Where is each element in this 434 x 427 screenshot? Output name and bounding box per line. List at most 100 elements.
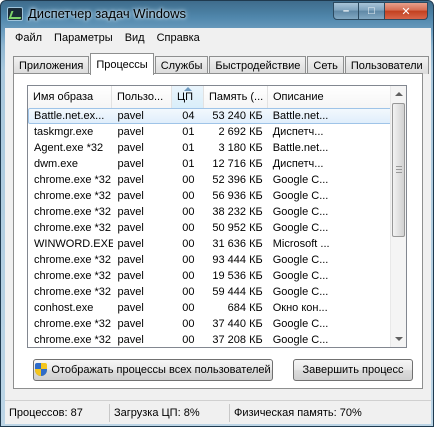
minimize-button[interactable]: – [333,2,359,20]
cell-cpu: 00 [182,334,195,346]
menu-help[interactable]: Справка [151,32,206,44]
cell-cpu: 00 [182,270,195,282]
column-cpu[interactable]: ЦП [172,86,204,108]
scroll-up-button[interactable] [391,86,406,102]
menu-view[interactable]: Вид [119,32,151,44]
close-button[interactable]: ✕ [385,2,428,20]
cell-cpu: 01 [182,158,195,170]
cell-description: Microsoft ... [272,238,330,250]
cell-description: Google C... [272,206,329,218]
show-all-processes-button[interactable]: Отображать процессы всех пользователей [33,359,273,381]
client-area: Приложения Процессы Службы Быстродействи… [5,48,431,400]
arrow-down-icon [394,337,403,341]
cell-user: pavel [117,302,144,314]
table-row[interactable]: WINWORD.EXE pavel 00 31 636 КБ Microsoft ... [28,236,392,252]
grip-icon [396,166,402,173]
table-row[interactable]: Battle.net.ex... pavel 04 53 240 КБ Battle.n… [28,108,392,124]
column-image-name[interactable]: Имя образа [28,86,112,108]
cell-image-name: chrome.exe *32 [34,254,112,266]
column-memory[interactable]: Память (... [204,86,268,108]
cell-cpu: 00 [182,238,195,250]
tab-services[interactable]: Службы [154,56,209,74]
menu-file[interactable]: Файл [9,32,48,44]
cell-memory: 37 208 КБ [212,334,263,346]
end-process-button[interactable]: Завершить процесс [293,359,413,381]
cell-cpu: 00 [182,222,195,234]
cell-image-name: Agent.exe *32 [34,142,104,154]
uac-shield-icon [35,363,48,377]
cell-cpu: 01 [182,126,195,138]
cell-memory: 50 952 КБ [212,222,263,234]
scroll-thumb[interactable] [392,103,405,237]
column-cpu-label: ЦП [177,91,194,103]
table-row[interactable]: chrome.exe *32 pavel 00 56 936 КБ Google C..… [28,188,392,204]
cell-cpu: 00 [182,254,195,266]
minimize-icon: – [342,5,350,17]
tab-processes[interactable]: Процессы [90,53,154,75]
process-list-header: Имя образа Пользо... ЦП Память (... Опис… [28,86,392,108]
arrow-up-icon [394,92,403,96]
cell-description: Диспетч... [272,126,324,138]
table-row[interactable]: chrome.exe *32 pavel 00 52 396 КБ Google C..… [28,172,392,188]
tab-networking[interactable]: Сеть [307,56,344,74]
cell-image-name: chrome.exe *32 [34,270,112,282]
table-row[interactable]: chrome.exe *32 pavel 00 37 440 КБ Google C..… [28,316,392,332]
cell-user: pavel [117,254,144,266]
show-all-processes-label: Отображать процессы всех пользователей [51,364,271,376]
column-description[interactable]: Описание [268,86,392,108]
cell-cpu: 01 [182,142,195,154]
cell-memory: 3 180 КБ [218,142,263,154]
cell-description: Google C... [272,270,329,282]
process-list[interactable]: Имя образа Пользо... ЦП Память (... Опис… [27,85,407,348]
table-row[interactable]: conhost.exe pavel 00 684 КБ Окно кон... [28,300,392,316]
cell-image-name: chrome.exe *32 [34,190,112,202]
cell-memory: 53 240 КБ [212,110,263,122]
cell-user: pavel [117,174,144,186]
tab-strip: Приложения Процессы Службы Быстродействи… [13,52,430,75]
cell-description: Battle.net... [272,142,329,154]
table-row[interactable]: chrome.exe *32 pavel 00 93 444 КБ Google C..… [28,252,392,268]
maximize-button[interactable]: □ [359,2,385,20]
cell-user: pavel [117,286,144,298]
tab-performance[interactable]: Быстродействие [209,56,307,74]
cell-image-name: chrome.exe *32 [34,318,112,330]
cell-description: Google C... [272,318,329,330]
table-row[interactable]: chrome.exe *32 pavel 00 59 444 КБ Google C..… [28,284,392,300]
table-row[interactable]: chrome.exe *32 pavel 00 19 536 КБ Google C..… [28,268,392,284]
cell-user: pavel [117,238,144,250]
cell-image-name: chrome.exe *32 [34,222,112,234]
status-memory: Физическая память: 70% [234,406,362,419]
menu-options[interactable]: Параметры [48,32,119,44]
cell-cpu: 00 [182,318,195,330]
table-row[interactable]: chrome.exe *32 pavel 00 38 232 КБ Google C..… [28,204,392,220]
table-row[interactable]: chrome.exe *32 pavel 00 50 952 КБ Google C..… [28,220,392,236]
title-bar[interactable]: Диспетчер задач Windows – □ ✕ [1,1,433,28]
window-title: Диспетчер задач Windows [28,6,187,21]
scroll-down-button[interactable] [391,331,406,347]
close-icon: ✕ [401,5,411,18]
cell-user: pavel [117,110,144,122]
cell-description: Battle.net... [272,110,329,122]
cell-image-name: chrome.exe *32 [34,174,112,186]
table-row[interactable]: chrome.exe *32 pavel 00 37 208 КБ Google C..… [28,332,392,347]
cell-memory: 19 536 КБ [212,270,263,282]
cell-memory: 52 396 КБ [212,174,263,186]
tab-applications[interactable]: Приложения [13,56,90,74]
table-row[interactable]: Agent.exe *32 pavel 01 3 180 КБ Battle.net..… [28,140,392,156]
cell-memory: 37 440 КБ [212,318,263,330]
table-row[interactable]: dwm.exe pavel 01 12 716 КБ Диспетч... [28,156,392,172]
cell-user: pavel [117,126,144,138]
cell-image-name: conhost.exe [34,302,94,314]
cell-memory: 93 444 КБ [212,254,263,266]
table-row[interactable]: taskmgr.exe pavel 01 2 692 КБ Диспетч... [28,124,392,140]
vertical-scrollbar[interactable] [390,86,406,347]
tab-users[interactable]: Пользователи [344,56,429,74]
cell-user: pavel [117,190,144,202]
column-user[interactable]: Пользо... [112,86,172,108]
sort-ascending-icon [183,87,192,91]
cell-memory: 38 232 КБ [212,206,263,218]
cell-user: pavel [117,222,144,234]
cell-cpu: 00 [182,302,195,314]
cell-description: Google C... [272,286,329,298]
cell-memory: 56 936 КБ [212,190,263,202]
